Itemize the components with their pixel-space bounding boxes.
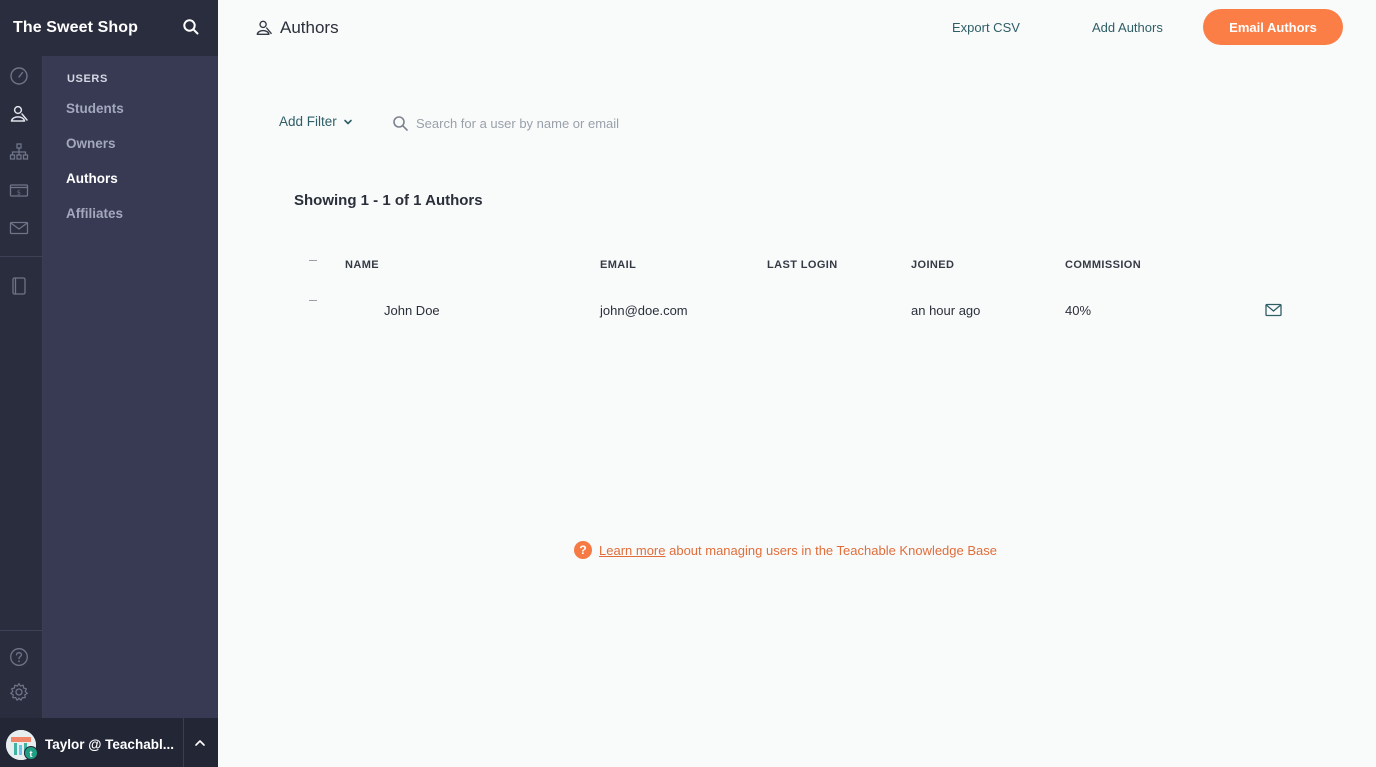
envelope-icon[interactable]: [1265, 303, 1282, 317]
add-authors-link[interactable]: Add Authors: [1092, 20, 1163, 35]
email-authors-button[interactable]: Email Authors: [1203, 9, 1343, 45]
sidebar-item-affiliates[interactable]: Affiliates: [66, 206, 123, 221]
sitemap-icon[interactable]: [9, 142, 29, 162]
column-header-name[interactable]: NAME: [345, 259, 379, 271]
user-divider: [183, 718, 184, 767]
sidebar-item-owners[interactable]: Owners: [66, 136, 116, 151]
page-title: Authors: [280, 18, 339, 37]
rail-divider: [0, 630, 43, 631]
column-header-commission[interactable]: COMMISSION: [1065, 259, 1141, 271]
user-name: Taylor @ Teachabl...: [45, 737, 174, 752]
add-filter-dropdown[interactable]: Add Filter: [279, 114, 353, 129]
school-title[interactable]: The Sweet Shop: [13, 19, 138, 37]
users-icon[interactable]: [9, 104, 29, 124]
cell-commission: 40%: [1065, 303, 1092, 318]
mail-icon[interactable]: [9, 218, 29, 238]
submenu-heading: USERS: [67, 73, 108, 85]
user-menu[interactable]: t Taylor @ Teachabl...: [0, 718, 218, 767]
chevron-down-icon: [343, 119, 352, 124]
users-icon: [256, 20, 272, 35]
results-summary: Showing 1 - 1 of 1 Authors: [294, 192, 483, 209]
gear-icon[interactable]: [9, 682, 29, 702]
column-header-joined[interactable]: JOINED: [911, 259, 954, 271]
teachable-badge-icon: t: [24, 746, 38, 760]
select-all-toggle[interactable]: [309, 260, 317, 261]
help-icon[interactable]: [9, 647, 29, 667]
question-circle-icon: ?: [574, 541, 592, 559]
users-submenu: USERS Students Owners Authors Affiliates: [43, 56, 218, 718]
column-header-email[interactable]: EMAIL: [600, 259, 636, 271]
cell-joined: an hour ago: [911, 303, 981, 318]
search-icon[interactable]: [182, 18, 200, 36]
search-icon: [393, 116, 408, 131]
learn-more-link[interactable]: Learn more: [599, 543, 665, 558]
row-select-toggle[interactable]: [309, 300, 317, 301]
help-note: ? Learn more about managing users in the…: [574, 541, 997, 559]
svg-text:$: $: [17, 189, 21, 197]
rail-divider: [0, 256, 43, 257]
add-filter-label: Add Filter: [279, 114, 337, 129]
icon-rail: $: [0, 56, 43, 718]
search-input[interactable]: [416, 113, 736, 133]
help-text: about managing users in the Teachable Kn…: [669, 542, 997, 558]
speedometer-icon[interactable]: [9, 66, 29, 86]
cell-email: john@doe.com: [600, 303, 688, 318]
chevron-up-icon[interactable]: [193, 736, 207, 750]
cell-name[interactable]: John Doe: [384, 303, 440, 318]
sidebar-item-authors[interactable]: Authors: [66, 171, 118, 186]
money-icon[interactable]: $: [9, 180, 29, 200]
column-header-last-login[interactable]: LAST LOGIN: [767, 259, 838, 271]
sidebar-item-students[interactable]: Students: [66, 101, 124, 116]
export-csv-link[interactable]: Export CSV: [952, 20, 1020, 35]
brand-bar: The Sweet Shop: [0, 0, 218, 56]
book-icon[interactable]: [9, 276, 29, 296]
